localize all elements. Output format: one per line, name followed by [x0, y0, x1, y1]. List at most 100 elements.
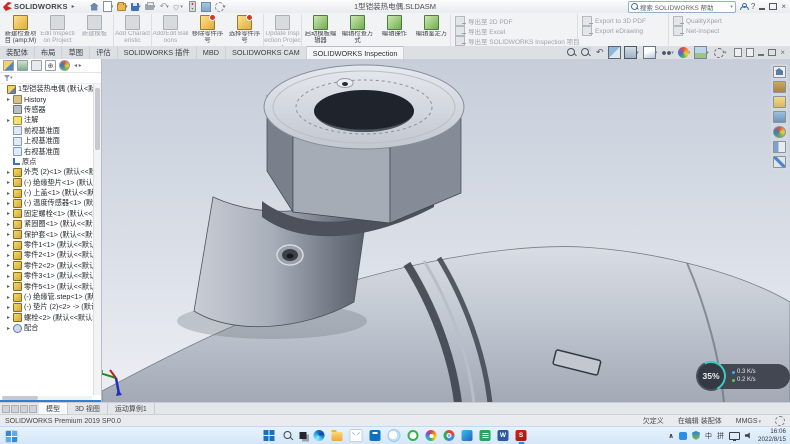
- tab-solidworks-inspection[interactable]: SOLIDWORKS Inspection: [307, 46, 405, 59]
- tree-item[interactable]: 原点: [0, 157, 94, 167]
- tab-scroll-last-icon[interactable]: [29, 405, 37, 413]
- tree-item[interactable]: ▸ 保护套<1> (默认<<默认>_显示状态: [0, 229, 94, 239]
- tree-item[interactable]: ▸ (-) 温度传感器<1> (默认<<默认>_: [0, 198, 94, 208]
- tree-item[interactable]: ▸ 注解: [0, 115, 94, 125]
- start-button[interactable]: [264, 430, 275, 441]
- scrollbar-thumb[interactable]: [95, 88, 100, 150]
- edit-qualification-button[interactable]: 编辑鉴定方: [413, 14, 450, 47]
- edit-inspection-project-button[interactable]: Edit Inspection Project: [39, 14, 76, 47]
- tree-item[interactable]: ▸ 零件2<1> (默认<<默认>_显示状态: [0, 250, 94, 260]
- color-wheel-app-icon[interactable]: [426, 430, 437, 441]
- security-shield-icon[interactable]: [692, 431, 700, 440]
- status-gear-icon[interactable]: [775, 416, 785, 426]
- taskbar-clock[interactable]: 16:06 2022/8/15: [758, 428, 786, 443]
- menu-expand-arrow-icon[interactable]: ▸: [72, 3, 75, 10]
- cpu-circle[interactable]: 35%: [692, 357, 730, 395]
- headsup-tool[interactable]: [580, 47, 590, 58]
- options-button[interactable]: ▾: [215, 1, 226, 12]
- minimize-button[interactable]: [759, 8, 765, 10]
- edit-inspection-method-button[interactable]: 编辑检查方式: [339, 14, 376, 47]
- tab-evaluate[interactable]: 评估: [90, 46, 118, 59]
- dimxpertmanager-tab-icon[interactable]: ⊕: [45, 60, 56, 71]
- dictionary-app-icon[interactable]: [462, 430, 473, 441]
- status-units[interactable]: MMGS ▾: [736, 418, 761, 425]
- file-explorer-icon[interactable]: [332, 432, 343, 441]
- microsoft-store-icon[interactable]: [370, 430, 381, 441]
- tree-item[interactable]: ▸ (-) 绝缘管.step<1> (默认<<默认>: [0, 292, 94, 302]
- tree-item[interactable]: ▸ 配合: [0, 323, 94, 333]
- new-document-button[interactable]: ▾: [103, 1, 114, 12]
- tree-item[interactable]: 前视基准面: [0, 126, 94, 136]
- appearances-scenes-icon[interactable]: [773, 126, 786, 138]
- tray-chevron-icon[interactable]: ∧: [668, 432, 674, 440]
- configurationmanager-tab-icon[interactable]: [31, 60, 42, 71]
- close-button[interactable]: ×: [781, 3, 786, 11]
- custom-properties-icon[interactable]: [773, 141, 786, 153]
- task-view-icon[interactable]: [300, 432, 307, 439]
- headsup-tool[interactable]: ↶: [594, 47, 604, 58]
- user-account-icon[interactable]: [740, 3, 747, 10]
- help-button[interactable]: ?: [751, 3, 755, 11]
- propertymanager-tab-icon[interactable]: [17, 60, 28, 71]
- add-characteristic-button[interactable]: Add Characteristic: [113, 14, 151, 47]
- tab-scroll-next-icon[interactable]: [20, 405, 28, 413]
- document-tile-icon[interactable]: [746, 48, 754, 57]
- new-template-button[interactable]: 新建模板: [76, 14, 113, 47]
- tab-solidworks-cam[interactable]: SOLIDWORKS CAM: [226, 46, 307, 59]
- tab-sketch[interactable]: 草图: [62, 46, 90, 59]
- restore-button[interactable]: [769, 3, 777, 10]
- solidworks-resources-icon[interactable]: [773, 66, 786, 78]
- forum-icon[interactable]: [773, 156, 786, 168]
- search-dropdown-caret-icon[interactable]: ▾: [730, 4, 733, 10]
- tree-item[interactable]: ▸ 螺栓<2> (默认<<默认>_显示状态: [0, 313, 94, 323]
- performance-bubble[interactable]: 0.3 K/s 0.2 K/s 35%: [696, 361, 772, 393]
- document-close-button[interactable]: ×: [780, 49, 785, 57]
- tree-item[interactable]: ▸ (-) 绝缘垫片<1> (默认<<默认>_显: [0, 178, 94, 188]
- tab-layout[interactable]: 布局: [35, 46, 63, 59]
- edge-icon[interactable]: [314, 430, 325, 441]
- headsup-tool[interactable]: ▾: [661, 47, 674, 58]
- tab-solidworks-addins[interactable]: SOLIDWORKS 插件: [118, 46, 197, 59]
- tree-item[interactable]: ▸ 外壳 (2)<1> (默认<<默认>_显示状: [0, 167, 94, 177]
- tree-item[interactable]: ▸ 零件2<2> (默认<<默认>_显示状态: [0, 261, 94, 271]
- open-button[interactable]: ▾: [117, 1, 128, 12]
- export-excel-item[interactable]: 导出至 Excel: [455, 26, 573, 36]
- tree-item[interactable]: ▸ 紧固圈<1> (默认<<默认>_显示状态: [0, 219, 94, 229]
- tab-mbd[interactable]: MBD: [197, 46, 226, 59]
- tab-scroll-prev-icon[interactable]: [11, 405, 19, 413]
- select-button[interactable]: ►▾: [173, 1, 184, 12]
- document-restore-button[interactable]: [768, 49, 776, 56]
- headsup-tool[interactable]: [566, 47, 576, 58]
- save-button[interactable]: ▾: [131, 1, 142, 12]
- tree-vertical-scrollbar[interactable]: [93, 84, 101, 395]
- document-minimize-button[interactable]: [758, 54, 764, 56]
- tree-item[interactable]: ▸ 零件3<1> (默认<<默认>_显示状态: [0, 271, 94, 281]
- qualityxpert-item[interactable]: QualityXpert: [673, 16, 739, 26]
- headsup-tool[interactable]: ▾: [713, 47, 727, 59]
- solidworks-taskbar-icon[interactable]: S: [516, 430, 527, 441]
- headsup-tool[interactable]: ▾: [624, 46, 639, 59]
- new-inspection-project-button[interactable]: 新建检查项目 (amp;M): [2, 14, 39, 47]
- tree-item[interactable]: 1型铠装热电偶 (默认<默认_显示状态-1: [0, 84, 94, 94]
- graphics-viewport[interactable]: 0.3 K/s 0.2 K/s 35%: [102, 59, 790, 403]
- rebuild-button[interactable]: [187, 1, 198, 12]
- tree-item[interactable]: ▸ 零件5<1> (默认<<默认>_显示状态: [0, 281, 94, 291]
- tab-scroll-first-icon[interactable]: [2, 405, 10, 413]
- tree-item[interactable]: ▸ (-) 上盖<1> (默认<<默认>_显示状: [0, 188, 94, 198]
- design-library-icon[interactable]: [773, 81, 786, 93]
- undo-button[interactable]: ↶▾: [159, 1, 170, 12]
- update-inspection-project-button[interactable]: Update Inspection Project: [263, 14, 301, 47]
- widgets-icon[interactable]: [5, 430, 18, 443]
- headsup-tool[interactable]: ▾: [694, 46, 709, 59]
- print-button[interactable]: ▾: [145, 1, 156, 12]
- word-app-icon[interactable]: W: [498, 430, 509, 441]
- tree-item[interactable]: 传感器: [0, 105, 94, 115]
- document-cascade-icon[interactable]: [734, 48, 742, 57]
- mail-icon[interactable]: [350, 429, 363, 442]
- select-balloons-button[interactable]: 选择零件序号: [226, 14, 263, 47]
- export-3d-pdf-item[interactable]: Export to 3D PDF: [582, 16, 664, 26]
- spreadsheet-app-icon[interactable]: [480, 430, 491, 441]
- export-inspection-project-item[interactable]: 导出至 SOLIDWORKS Inspection 项目: [455, 36, 573, 46]
- ime-mode-indicator[interactable]: 拼: [717, 431, 724, 441]
- home-button[interactable]: [89, 1, 100, 12]
